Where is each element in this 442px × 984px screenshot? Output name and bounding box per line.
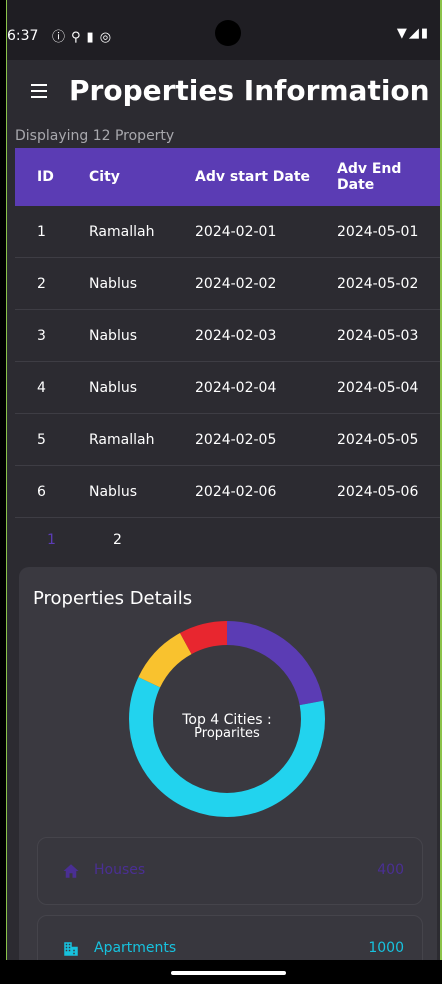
- donut-center-line1: Top 4 Cities :: [182, 712, 272, 728]
- signal-icon: ◢: [408, 26, 421, 41]
- cell-end-date: 2024-05-04: [337, 379, 419, 396]
- cell-start-date: 2024-02-01: [195, 223, 277, 240]
- card-title: Properties Details: [33, 588, 193, 609]
- houses-value: 400: [377, 862, 404, 878]
- table-row[interactable]: 6 Nablus 2024-02-06 2024-05-06: [15, 466, 440, 518]
- page-2-button[interactable]: 2: [113, 532, 179, 548]
- header-adv-end-date[interactable]: Adv End Date: [337, 161, 440, 193]
- cell-id: 5: [37, 431, 46, 448]
- status-left-icons: ⓘ⚲▮◎: [52, 26, 117, 45]
- status-bar: 6:37 ⓘ⚲▮◎ ▼◢▮: [7, 0, 440, 60]
- cell-end-date: 2024-05-05: [337, 431, 419, 448]
- cell-city: Ramallah: [89, 223, 155, 240]
- wifi-icon: ▼: [396, 26, 409, 41]
- cell-end-date: 2024-05-02: [337, 275, 419, 292]
- property-count-subtitle: Displaying 12 Property: [15, 128, 175, 144]
- page-1-button[interactable]: 1: [47, 532, 113, 548]
- cell-city: Nablus: [89, 483, 137, 500]
- page-title: Properties Information: [69, 74, 430, 107]
- info-icon: ⓘ: [52, 30, 72, 45]
- status-right-icons: ▼◢▮: [397, 26, 430, 41]
- table-row[interactable]: 4 Nablus 2024-02-04 2024-05-04: [15, 362, 440, 414]
- properties-table: ID City Adv start Date Adv End Date 1 Ra…: [15, 148, 440, 518]
- menu-icon[interactable]: [31, 84, 47, 98]
- cell-start-date: 2024-02-04: [195, 379, 277, 396]
- app-screen: 6:37 ⓘ⚲▮◎ ▼◢▮ Properties Information Dis…: [7, 0, 440, 960]
- home-icon: [63, 864, 79, 878]
- cell-city: Nablus: [89, 327, 137, 344]
- houses-label: Houses: [94, 862, 146, 878]
- donut-center-line2: Proparites: [194, 726, 260, 741]
- cell-id: 6: [37, 483, 46, 500]
- camera-cutout: [215, 20, 241, 46]
- sd-card-icon: ▮: [86, 30, 100, 45]
- cell-city: Nablus: [89, 275, 137, 292]
- cell-city: Nablus: [89, 379, 137, 396]
- donut-center-label: Top 4 Cities : Proparites: [127, 713, 327, 741]
- table-header: ID City Adv start Date Adv End Date: [15, 148, 440, 206]
- cell-id: 1: [37, 223, 46, 240]
- table-row[interactable]: 3 Nablus 2024-02-03 2024-05-03: [15, 310, 440, 362]
- apartments-stat-card[interactable]: Apartments 1000: [37, 915, 423, 960]
- cell-start-date: 2024-02-05: [195, 431, 277, 448]
- cell-id: 2: [37, 275, 46, 292]
- notification-icon: ◎: [99, 30, 118, 45]
- apartments-value: 1000: [368, 940, 404, 956]
- cell-id: 4: [37, 379, 46, 396]
- battery-icon: ▮: [420, 26, 430, 41]
- cell-end-date: 2024-05-03: [337, 327, 419, 344]
- pagination: 12: [47, 532, 179, 548]
- header-city[interactable]: City: [89, 169, 120, 185]
- header-id[interactable]: ID: [37, 169, 54, 185]
- houses-stat-card[interactable]: Houses 400: [37, 837, 423, 905]
- header-adv-start-date[interactable]: Adv start Date: [195, 169, 310, 185]
- table-row[interactable]: 1 Ramallah 2024-02-01 2024-05-01: [15, 206, 440, 258]
- status-time: 6:37: [7, 28, 39, 44]
- system-nav-bar: [0, 960, 442, 984]
- table-row[interactable]: 5 Ramallah 2024-02-05 2024-05-05: [15, 414, 440, 466]
- cell-end-date: 2024-05-01: [337, 223, 419, 240]
- cell-end-date: 2024-05-06: [337, 483, 419, 500]
- cell-start-date: 2024-02-02: [195, 275, 277, 292]
- cell-start-date: 2024-02-06: [195, 483, 277, 500]
- properties-details-card: Properties Details Top 4 Cities : Propar…: [19, 567, 437, 960]
- cell-city: Ramallah: [89, 431, 155, 448]
- cell-start-date: 2024-02-03: [195, 327, 277, 344]
- location-icon: ⚲: [71, 30, 87, 45]
- home-indicator[interactable]: [171, 971, 286, 975]
- table-row[interactable]: 2 Nablus 2024-02-02 2024-05-02: [15, 258, 440, 310]
- apartment-icon: [64, 942, 78, 956]
- apartments-label: Apartments: [94, 940, 177, 956]
- cell-id: 3: [37, 327, 46, 344]
